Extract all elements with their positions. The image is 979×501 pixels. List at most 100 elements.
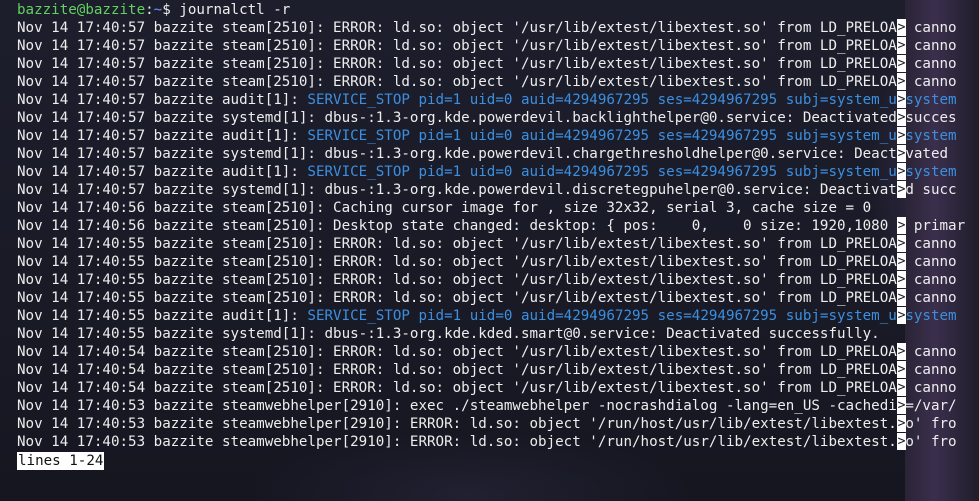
truncation-marker: > bbox=[897, 37, 906, 54]
truncation-marker: > bbox=[897, 163, 906, 180]
log-prefix: Nov 14 17:40:55 bazzite steam[2510]: bbox=[17, 236, 334, 252]
log-line: Nov 14 17:40:53 bazzite steamwebhelper[2… bbox=[17, 397, 957, 415]
log-message: SERVICE_STOP pid=1 uid=0 auid=4294967295… bbox=[307, 92, 957, 108]
log-message: ERROR: ld.so: object '/usr/lib/extest/li… bbox=[333, 344, 957, 360]
log-line: Nov 14 17:40:54 bazzite steam[2510]: ERR… bbox=[17, 343, 957, 361]
log-prefix: Nov 14 17:40:54 bazzite steam[2510]: bbox=[17, 362, 334, 378]
log-message: ERROR: ld.so: object '/usr/lib/extest/li… bbox=[333, 38, 957, 54]
log-line: Nov 14 17:40:55 bazzite systemd[1]: dbus… bbox=[17, 325, 880, 343]
truncation-marker: > bbox=[897, 289, 906, 306]
log-line: Nov 14 17:40:56 bazzite steam[2510]: Des… bbox=[17, 217, 965, 235]
log-message: ERROR: ld.so: object '/run/host/usr/lib/… bbox=[409, 434, 957, 450]
log-prefix: Nov 14 17:40:53 bazzite steamwebhelper[2… bbox=[17, 416, 410, 432]
prompt-path: ~ bbox=[153, 2, 163, 18]
log-line: Nov 14 17:40:57 bazzite systemd[1]: dbus… bbox=[17, 181, 957, 199]
log-line: Nov 14 17:40:57 bazzite audit[1]: SERVIC… bbox=[17, 163, 957, 181]
log-message: SERVICE_STOP pid=1 uid=0 auid=4294967295… bbox=[307, 164, 957, 180]
log-message: ERROR: ld.so: object '/usr/lib/extest/li… bbox=[333, 236, 957, 252]
truncation-marker: > bbox=[897, 433, 906, 450]
log-line: Nov 14 17:40:55 bazzite steam[2510]: ERR… bbox=[17, 235, 957, 253]
log-prefix: Nov 14 17:40:57 bazzite steam[2510]: bbox=[17, 74, 334, 90]
log-line: Nov 14 17:40:57 bazzite audit[1]: SERVIC… bbox=[17, 91, 957, 109]
truncation-marker: > bbox=[897, 109, 906, 126]
log-line: Nov 14 17:40:57 bazzite systemd[1]: dbus… bbox=[17, 145, 957, 163]
log-prefix: Nov 14 17:40:57 bazzite systemd[1]: bbox=[17, 146, 325, 162]
truncation-marker: > bbox=[897, 55, 906, 72]
log-message: Caching cursor image for , size 32x32, s… bbox=[333, 200, 872, 216]
log-prefix: Nov 14 17:40:56 bazzite steam[2510]: bbox=[17, 200, 334, 216]
log-prefix: Nov 14 17:40:57 bazzite audit[1]: bbox=[17, 164, 308, 180]
prompt-symbol: $ bbox=[162, 2, 171, 18]
log-line: Nov 14 17:40:57 bazzite steam[2510]: ERR… bbox=[17, 19, 957, 37]
truncation-marker: > bbox=[897, 91, 906, 108]
log-prefix: Nov 14 17:40:54 bazzite steam[2510]: bbox=[17, 344, 334, 360]
log-prefix: Nov 14 17:40:57 bazzite steam[2510]: bbox=[17, 38, 334, 54]
prompt-separator: : bbox=[145, 2, 154, 18]
log-prefix: Nov 14 17:40:57 bazzite steam[2510]: bbox=[17, 20, 334, 36]
truncation-marker: > bbox=[897, 343, 906, 360]
truncation-marker: > bbox=[897, 415, 906, 432]
truncation-marker: > bbox=[897, 271, 906, 288]
truncation-marker: > bbox=[897, 235, 906, 252]
log-line: Nov 14 17:40:55 bazzite steam[2510]: ERR… bbox=[17, 271, 957, 289]
log-message: SERVICE_STOP pid=1 uid=0 auid=4294967295… bbox=[307, 308, 957, 324]
log-prefix: Nov 14 17:40:57 bazzite audit[1]: bbox=[17, 128, 308, 144]
log-prefix: Nov 14 17:40:55 bazzite audit[1]: bbox=[17, 308, 308, 324]
log-prefix: Nov 14 17:40:55 bazzite steam[2510]: bbox=[17, 290, 334, 306]
log-line: Nov 14 17:40:55 bazzite audit[1]: SERVIC… bbox=[17, 307, 957, 325]
truncation-marker: > bbox=[897, 379, 906, 396]
truncation-marker: > bbox=[897, 19, 906, 36]
log-prefix: Nov 14 17:40:56 bazzite steam[2510]: bbox=[17, 218, 334, 234]
log-prefix: Nov 14 17:40:54 bazzite steam[2510]: bbox=[17, 380, 334, 396]
log-message: ERROR: ld.so: object '/usr/lib/extest/li… bbox=[333, 56, 957, 72]
log-line: Nov 14 17:40:54 bazzite steam[2510]: ERR… bbox=[17, 361, 957, 379]
pager-status-line: lines 1-24 bbox=[17, 452, 105, 470]
log-message: SERVICE_STOP pid=1 uid=0 auid=4294967295… bbox=[307, 128, 957, 144]
truncation-marker: > bbox=[897, 307, 906, 324]
truncation-marker: > bbox=[897, 127, 906, 144]
log-message: ERROR: ld.so: object '/usr/lib/extest/li… bbox=[333, 362, 957, 378]
log-prefix: Nov 14 17:40:55 bazzite steam[2510]: bbox=[17, 254, 334, 270]
log-line: Nov 14 17:40:57 bazzite steam[2510]: ERR… bbox=[17, 73, 957, 91]
truncation-marker: > bbox=[897, 181, 906, 198]
log-message: ERROR: ld.so: object '/usr/lib/extest/li… bbox=[333, 254, 957, 270]
log-message: dbus-:1.3-org.kde.kded.smart@0.service: … bbox=[324, 326, 880, 342]
terminal-window[interactable]: bazzite@bazzite:~$ journalctl -r Nov 14 … bbox=[0, 0, 979, 501]
log-message: ERROR: ld.so: object '/usr/lib/extest/li… bbox=[333, 380, 957, 396]
prompt-user-host: bazzite@bazzite bbox=[17, 2, 146, 18]
truncation-marker: > bbox=[897, 361, 906, 378]
log-message: ERROR: ld.so: object '/usr/lib/extest/li… bbox=[333, 272, 957, 288]
log-prefix: Nov 14 17:40:57 bazzite systemd[1]: bbox=[17, 110, 325, 126]
log-message: dbus-:1.3-org.kde.powerdevil.discretegpu… bbox=[324, 182, 957, 198]
log-message: dbus-:1.3-org.kde.powerdevil.backlighthe… bbox=[324, 110, 957, 126]
truncation-marker: > bbox=[897, 253, 906, 270]
log-prefix: Nov 14 17:40:53 bazzite steamwebhelper[2… bbox=[17, 398, 410, 414]
log-message: ERROR: ld.so: object '/run/host/usr/lib/… bbox=[409, 416, 957, 432]
log-line: Nov 14 17:40:57 bazzite audit[1]: SERVIC… bbox=[17, 127, 957, 145]
log-prefix: Nov 14 17:40:57 bazzite audit[1]: bbox=[17, 92, 308, 108]
log-prefix: Nov 14 17:40:55 bazzite systemd[1]: bbox=[17, 326, 325, 342]
truncation-marker: > bbox=[897, 145, 906, 162]
shell-prompt: bazzite@bazzite:~$ journalctl -r bbox=[17, 1, 290, 19]
log-prefix: Nov 14 17:40:57 bazzite steam[2510]: bbox=[17, 56, 334, 72]
log-line: Nov 14 17:40:55 bazzite steam[2510]: ERR… bbox=[17, 289, 957, 307]
log-line: Nov 14 17:40:54 bazzite steam[2510]: ERR… bbox=[17, 379, 957, 397]
log-message: ERROR: ld.so: object '/usr/lib/extest/li… bbox=[333, 20, 957, 36]
log-message: exec ./steamwebhelper -nocrashdialog -la… bbox=[409, 398, 957, 414]
log-line: Nov 14 17:40:57 bazzite steam[2510]: ERR… bbox=[17, 55, 957, 73]
log-prefix: Nov 14 17:40:57 bazzite systemd[1]: bbox=[17, 182, 325, 198]
log-message: dbus-:1.3-org.kde.powerdevil.chargethres… bbox=[324, 146, 957, 162]
log-message: ERROR: ld.so: object '/usr/lib/extest/li… bbox=[333, 290, 957, 306]
log-line: Nov 14 17:40:56 bazzite steam[2510]: Cac… bbox=[17, 199, 871, 217]
log-prefix: Nov 14 17:40:53 bazzite steamwebhelper[2… bbox=[17, 434, 410, 450]
log-line: Nov 14 17:40:53 bazzite steamwebhelper[2… bbox=[17, 433, 957, 451]
truncation-marker: > bbox=[897, 397, 906, 414]
log-line: Nov 14 17:40:57 bazzite steam[2510]: ERR… bbox=[17, 37, 957, 55]
truncation-marker: > bbox=[897, 73, 906, 90]
log-message: Desktop state changed: desktop: { pos: 0… bbox=[333, 218, 966, 234]
log-line: Nov 14 17:40:53 bazzite steamwebhelper[2… bbox=[17, 415, 957, 433]
log-line: Nov 14 17:40:57 bazzite systemd[1]: dbus… bbox=[17, 109, 957, 127]
prompt-command: journalctl -r bbox=[170, 2, 291, 18]
log-line: Nov 14 17:40:55 bazzite steam[2510]: ERR… bbox=[17, 253, 957, 271]
log-prefix: Nov 14 17:40:55 bazzite steam[2510]: bbox=[17, 272, 334, 288]
